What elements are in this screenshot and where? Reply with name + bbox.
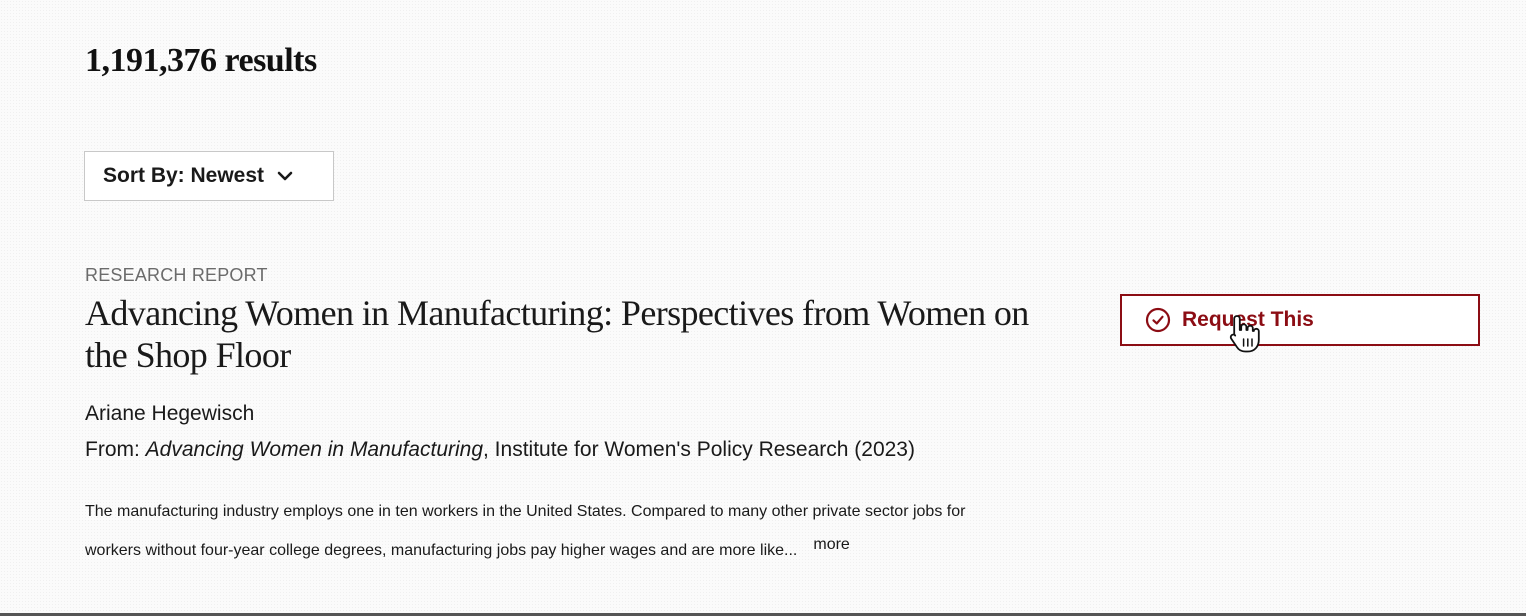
source-prefix: From: (85, 438, 146, 461)
results-count: 1,191,376 results (85, 42, 317, 79)
sort-label: Sort By: Newest (103, 164, 265, 187)
more-link[interactable]: more (813, 525, 849, 564)
source-publisher: , Institute for Women's Policy Research … (483, 438, 915, 461)
abstract-line-last: workers without four-year college degree… (85, 531, 1065, 570)
result-author[interactable]: Ariane Hegewisch (85, 402, 254, 426)
result-source: From: Advancing Women in Manufacturing, … (85, 438, 915, 462)
result-title-link[interactable]: Advancing Women in Manufacturing: Perspe… (85, 292, 1045, 376)
abstract-line-text: workers without four-year college degree… (85, 542, 798, 559)
check-circle-icon (1145, 307, 1171, 333)
source-title: Advancing Women in Manufacturing (145, 438, 484, 461)
sort-dropdown[interactable]: Sort By: Newest (84, 151, 334, 201)
abstract-line: The manufacturing industry employs one i… (85, 503, 966, 520)
request-this-button[interactable]: Request This (1120, 294, 1480, 346)
chevron-down-icon (276, 170, 294, 182)
request-this-label: Request This (1182, 308, 1314, 331)
result-type-label: RESEARCH REPORT (85, 265, 268, 285)
result-abstract: The manufacturing industry employs one i… (85, 492, 1065, 570)
